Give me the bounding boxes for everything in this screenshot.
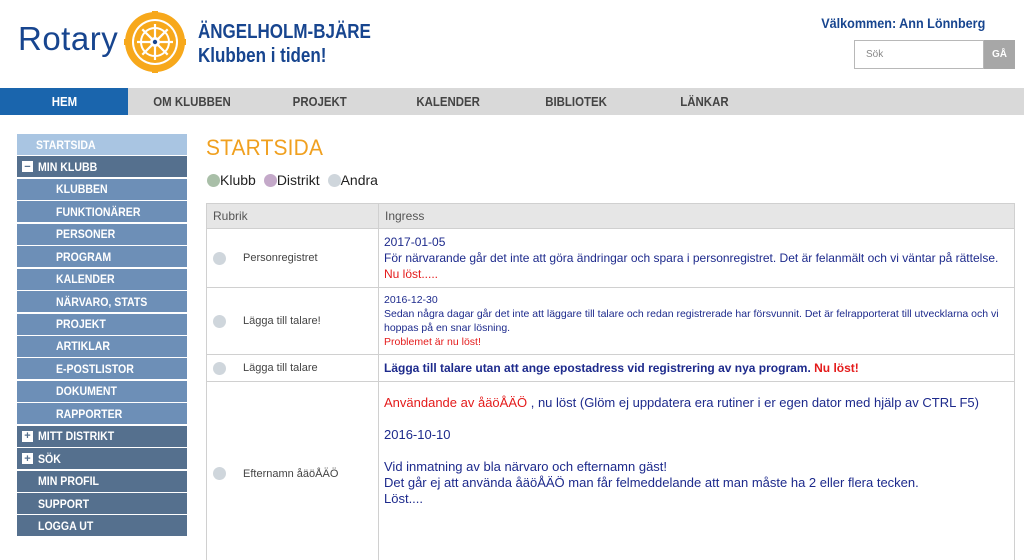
rubrik-cell: Lägga till talare! xyxy=(206,287,379,355)
andra-dot-icon xyxy=(327,173,341,187)
filter-distrikt[interactable]: Distrikt xyxy=(263,172,320,188)
sidebar-item-logga-ut[interactable]: LOGGA UT xyxy=(17,515,187,537)
table-row[interactable]: Personregistret 2017-01-05 För närvarand… xyxy=(206,228,1015,288)
expand-icon[interactable]: + xyxy=(22,430,33,442)
rubrik-text[interactable]: Personregistret xyxy=(243,252,318,264)
nav-item-projekt[interactable]: PROJEKT xyxy=(256,88,384,115)
sidebar-item-personer[interactable]: PERSONER xyxy=(17,223,187,245)
club-name: ÄNGELHOLM-BJÄRE Klubben i tiden! xyxy=(198,20,371,68)
rubrik-text[interactable]: Lägga till talare! xyxy=(243,315,321,327)
entry-text: Det går ej att använda åäöÅÄÖ man får fe… xyxy=(384,475,919,490)
category-dot-icon xyxy=(213,314,226,328)
entry-text: För närvarande går det inte att göra änd… xyxy=(384,251,999,281)
filter-andra[interactable]: Andra xyxy=(327,172,378,188)
sidebar-item-rapporter[interactable]: RAPPORTER xyxy=(17,403,187,425)
club-slogan: Klubben i tiden! xyxy=(198,45,327,67)
nav-item-lankar[interactable]: LÄNKAR xyxy=(640,88,768,115)
entry-date: 2016-10-10 xyxy=(384,427,451,442)
sidebar-item-artiklar[interactable]: ARTIKLAR xyxy=(17,335,187,357)
search-button[interactable]: GÅ xyxy=(984,40,1015,69)
table-row[interactable]: Lägga till talare Lägga till talare utan… xyxy=(206,354,1015,382)
sidebar-item-narvaro-stats[interactable]: NÄRVARO, STATS xyxy=(17,291,187,313)
category-dot-icon xyxy=(213,251,226,265)
welcome-text: Välkommen: Ann Lönnberg xyxy=(820,15,985,31)
sidebar-item-mitt-distrikt[interactable]: + MITT DISTRIKT xyxy=(17,425,187,447)
rubrik-cell: Personregistret xyxy=(206,228,379,288)
filter-label: Distrikt xyxy=(276,172,320,188)
nav-item-kalender[interactable]: KALENDER xyxy=(384,88,512,115)
sidebar-item-funktionarer[interactable]: FUNKTIONÄRER xyxy=(17,201,187,223)
page: Rotary ÄNGELHOLM-BJÄRE Klubben i tiden! … xyxy=(0,0,1024,560)
distrikt-dot-icon xyxy=(263,173,277,187)
sidebar-item-support[interactable]: SUPPORT xyxy=(17,493,187,514)
entry-text: Lägga till talare utan att ange epostadr… xyxy=(384,361,811,375)
rubrik-cell: Lägga till talare xyxy=(206,354,379,382)
entry-date: 2016-12-30 xyxy=(384,294,438,306)
collapse-icon[interactable]: − xyxy=(22,161,33,173)
table-row[interactable]: Lägga till talare! 2016-12-30 Sedan någr… xyxy=(206,287,1015,355)
category-dot-icon xyxy=(213,467,226,480)
sidebar-item-dokument[interactable]: DOKUMENT xyxy=(17,380,187,402)
ingress-cell: 2016-12-30 Sedan några dagar går det int… xyxy=(378,287,1015,355)
sidebar-item-min-klubb[interactable]: − MIN KLUBB xyxy=(17,156,187,178)
sidebar-item-klubben[interactable]: KLUBBEN xyxy=(17,178,187,200)
nav-item-bibliotek[interactable]: BIBLIOTEK xyxy=(512,88,640,115)
sidebar-item-e-postlistor[interactable]: E-POSTLISTOR xyxy=(17,358,187,380)
rubrik-text[interactable]: Efternamn åäöÅÄÖ xyxy=(243,468,338,480)
expand-icon[interactable]: + xyxy=(22,453,33,465)
status-text: Nu löst..... xyxy=(384,267,439,281)
sidebar-item-kalender[interactable]: KALENDER xyxy=(17,268,187,290)
nav-item-hem[interactable]: HEM xyxy=(0,88,128,115)
status-text: Nu löst! xyxy=(814,361,859,375)
sidebar-item-startsida[interactable]: STARTSIDA xyxy=(17,134,187,155)
sidebar-item-min-profil[interactable]: MIN PROFIL xyxy=(17,470,187,492)
sidebar: STARTSIDA − MIN KLUBB KLUBBEN FUNKTIONÄRE… xyxy=(17,134,187,538)
rotary-logo-text[interactable]: Rotary xyxy=(18,20,118,58)
ingress-cell: 2017-01-05 För närvarande går det inte a… xyxy=(378,228,1015,288)
club-name-line1: ÄNGELHOLM-BJÄRE xyxy=(198,21,371,43)
column-header-rubrik: Rubrik xyxy=(206,203,379,229)
table-row[interactable]: Efternamn åäöÅÄÖ Användande av åäöÅÄÖ , … xyxy=(206,381,1015,560)
sidebar-item-program[interactable]: PROGRAM xyxy=(17,246,187,268)
sidebar-item-sok[interactable]: + SÖK xyxy=(17,448,187,470)
filter-legend: Klubb Distrikt Andra xyxy=(207,172,386,188)
ingress-cell: Användande av åäöÅÄÖ , nu löst (Glöm ej … xyxy=(378,381,1015,560)
entry-text: Vid inmatning av bla närvaro och efterna… xyxy=(384,459,668,474)
column-header-ingress: Ingress xyxy=(378,203,1015,229)
status-text: Användande av åäöÅÄÖ xyxy=(384,395,528,410)
category-dot-icon xyxy=(213,361,226,375)
entry-text: Löst.... xyxy=(384,491,424,506)
rubrik-cell: Efternamn åäöÅÄÖ xyxy=(206,381,379,560)
nav-item-om-klubben[interactable]: OM KLUBBEN xyxy=(128,88,256,115)
entry-text: Användande av åäöÅÄÖ , nu löst (Glöm ej … xyxy=(384,395,979,410)
filter-label: Andra xyxy=(340,172,378,188)
sidebar-item-projekt[interactable]: PROJEKT xyxy=(17,313,187,335)
status-text: Problemet är nu löst! xyxy=(384,336,481,348)
entry-date: 2017-01-05 xyxy=(384,235,446,249)
search-input[interactable] xyxy=(854,40,984,69)
news-table: Rubrik Ingress Personregistret 2017-01-0… xyxy=(206,203,1015,560)
main-nav: HEM OM KLUBBEN PROJEKT KALENDER BIBLIOTE… xyxy=(0,88,1024,115)
rubrik-text[interactable]: Lägga till talare xyxy=(243,362,318,374)
filter-label: Klubb xyxy=(220,172,256,188)
table-header-row: Rubrik Ingress xyxy=(206,203,1015,229)
filter-klubb[interactable]: Klubb xyxy=(207,172,256,188)
entry-text: Sedan några dagar går det inte att lägga… xyxy=(384,308,999,334)
klubb-dot-icon xyxy=(207,173,220,187)
rotary-wheel-icon[interactable] xyxy=(123,10,187,74)
page-title: STARTSIDA xyxy=(206,135,324,160)
ingress-cell: Lägga till talare utan att ange epostadr… xyxy=(378,354,1015,382)
